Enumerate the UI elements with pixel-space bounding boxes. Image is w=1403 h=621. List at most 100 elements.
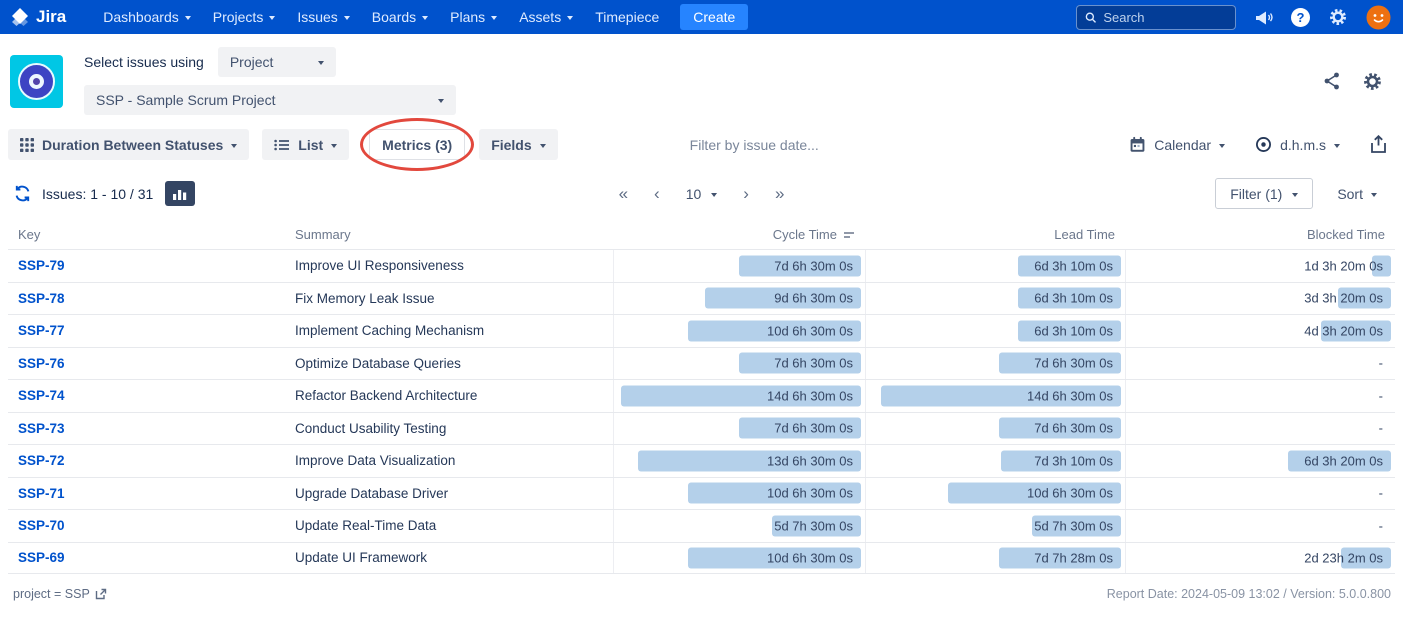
duration-value: 7d 6h 30m 0s <box>774 421 853 436</box>
announcements-icon[interactable] <box>1254 9 1273 26</box>
settings-gear-icon[interactable] <box>1328 7 1348 27</box>
column-header-key[interactable]: Key <box>8 227 285 242</box>
global-search[interactable] <box>1076 5 1236 30</box>
blocked-time-cell: - <box>1125 348 1395 380</box>
share-icon[interactable] <box>1322 71 1342 91</box>
duration-value: 6d 3h 10m 0s <box>1034 291 1113 306</box>
help-icon[interactable]: ? <box>1291 8 1310 27</box>
column-header-blocked-time[interactable]: Blocked Time <box>1125 227 1395 242</box>
next-page-button[interactable]: › <box>743 185 749 202</box>
table-row: SSP-74Refactor Backend Architecture14d 6… <box>8 379 1395 412</box>
project-value: SSP - Sample Scrum Project <box>96 92 275 108</box>
issue-key-link[interactable]: SSP-72 <box>8 453 285 468</box>
table-row: SSP-76Optimize Database Queries7d 6h 30m… <box>8 347 1395 380</box>
sort-label: Sort <box>1337 186 1363 202</box>
chevron-down-icon <box>1334 144 1340 148</box>
issue-key-link[interactable]: SSP-76 <box>8 356 285 371</box>
issue-summary: Refactor Backend Architecture <box>285 388 613 403</box>
issue-summary: Upgrade Database Driver <box>285 486 613 501</box>
calendar-dropdown[interactable]: Calendar <box>1129 136 1225 153</box>
project-dropdown[interactable]: SSP - Sample Scrum Project <box>84 85 456 115</box>
blocked-time-cell: 1d 3h 20m 0s <box>1125 250 1395 282</box>
lead-time-cell: 5d 7h 30m 0s <box>865 510 1125 542</box>
issue-key-link[interactable]: SSP-70 <box>8 518 285 533</box>
nav-item-dashboards[interactable]: Dashboards <box>92 0 202 34</box>
brand-label: Jira <box>36 7 66 27</box>
column-header-summary[interactable]: Summary <box>285 227 613 242</box>
export-icon[interactable] <box>1370 135 1387 154</box>
chevron-down-icon <box>711 193 717 197</box>
issue-key-link[interactable]: SSP-78 <box>8 291 285 306</box>
filter-label: Filter (1) <box>1230 186 1282 202</box>
table-body: SSP-79Improve UI Responsiveness7d 6h 30m… <box>8 249 1395 574</box>
nav-item-assets[interactable]: Assets <box>508 0 584 34</box>
refresh-icon[interactable] <box>13 184 32 203</box>
issue-key-link[interactable]: SSP-77 <box>8 323 285 338</box>
search-input[interactable] <box>1103 10 1227 25</box>
issue-summary: Update Real-Time Data <box>285 518 613 533</box>
report-type-dropdown[interactable]: Duration Between Statuses <box>8 129 249 160</box>
chart-view-toggle-button[interactable] <box>165 181 195 206</box>
duration-value: 7d 6h 30m 0s <box>774 356 853 371</box>
issue-key-link[interactable]: SSP-71 <box>8 486 285 501</box>
blocked-time-cell: 2d 23h 2m 0s <box>1125 543 1395 574</box>
fields-dropdown[interactable]: Fields <box>479 129 557 160</box>
nav-item-issues[interactable]: Issues <box>286 0 360 34</box>
cycle-time-cell: 10d 6h 30m 0s <box>613 315 865 347</box>
nav-item-timepiece[interactable]: Timepiece <box>584 0 670 34</box>
cycle-time-cell: 9d 6h 30m 0s <box>613 283 865 315</box>
issue-summary: Fix Memory Leak Issue <box>285 291 613 306</box>
page-size-dropdown[interactable]: 10 <box>686 186 718 202</box>
cycle-time-cell: 14d 6h 30m 0s <box>613 380 865 412</box>
issue-source-selectors: Select issues using Project SSP - Sample… <box>84 47 456 115</box>
column-header-cycle-time[interactable]: Cycle Time <box>613 227 865 242</box>
duration-value: 7d 3h 10m 0s <box>1034 453 1113 468</box>
jira-mark-icon <box>10 7 30 27</box>
lead-time-cell: 7d 3h 10m 0s <box>865 445 1125 477</box>
sort-dropdown[interactable]: Sort <box>1337 186 1377 202</box>
duration-value: 6d 3h 10m 0s <box>1034 323 1113 338</box>
first-page-button[interactable]: « <box>619 185 628 202</box>
duration-value: 10d 6h 30m 0s <box>1027 486 1113 501</box>
filter-dropdown[interactable]: Filter (1) <box>1215 178 1313 209</box>
issue-key-link[interactable]: SSP-79 <box>8 258 285 273</box>
report-settings-gear-icon[interactable] <box>1362 71 1383 92</box>
metrics-button[interactable]: Metrics (3) <box>369 129 465 160</box>
user-avatar[interactable] <box>1366 5 1391 30</box>
nav-item-plans[interactable]: Plans <box>439 0 508 34</box>
previous-page-button[interactable]: ‹ <box>654 185 660 202</box>
duration-value: 13d 6h 30m 0s <box>767 453 853 468</box>
issue-source-mode-dropdown[interactable]: Project <box>218 47 336 77</box>
view-mode-dropdown[interactable]: List <box>262 129 349 160</box>
lead-time-cell: 7d 6h 30m 0s <box>865 348 1125 380</box>
cycle-time-header-label: Cycle Time <box>773 227 837 242</box>
blocked-time-cell: - <box>1125 413 1395 445</box>
lead-time-cell: 6d 3h 10m 0s <box>865 283 1125 315</box>
blocked-time-cell: 3d 3h 20m 0s <box>1125 283 1395 315</box>
jql-link[interactable]: project = SSP <box>13 587 107 601</box>
issue-key-link[interactable]: SSP-74 <box>8 388 285 403</box>
issue-date-filter-input[interactable] <box>690 137 905 153</box>
duration-value: 7d 6h 30m 0s <box>1034 356 1113 371</box>
chevron-down-icon <box>1292 193 1298 197</box>
issue-key-link[interactable]: SSP-73 <box>8 421 285 436</box>
blocked-time-cell: 6d 3h 20m 0s <box>1125 445 1395 477</box>
chevron-down-icon <box>1371 193 1377 197</box>
create-button[interactable]: Create <box>680 4 748 30</box>
cycle-time-cell: 13d 6h 30m 0s <box>613 445 865 477</box>
last-page-button[interactable]: » <box>775 185 784 202</box>
metrics-button-wrap: Metrics (3) <box>369 129 465 160</box>
jira-logo[interactable]: Jira <box>10 7 66 27</box>
lead-time-cell: 6d 3h 10m 0s <box>865 315 1125 347</box>
nav-item-boards[interactable]: Boards <box>361 0 439 34</box>
mode-value: Project <box>230 54 274 70</box>
issue-key-link[interactable]: SSP-69 <box>8 550 285 565</box>
time-format-dropdown[interactable]: d.h.m.s <box>1255 136 1340 153</box>
lead-time-cell: 10d 6h 30m 0s <box>865 478 1125 510</box>
issue-summary: Conduct Usability Testing <box>285 421 613 436</box>
lead-time-cell: 6d 3h 10m 0s <box>865 250 1125 282</box>
nav-item-projects[interactable]: Projects <box>202 0 287 34</box>
nav-item-label: Issues <box>297 9 337 25</box>
chevron-down-icon <box>540 144 546 148</box>
column-header-lead-time[interactable]: Lead Time <box>865 227 1125 242</box>
